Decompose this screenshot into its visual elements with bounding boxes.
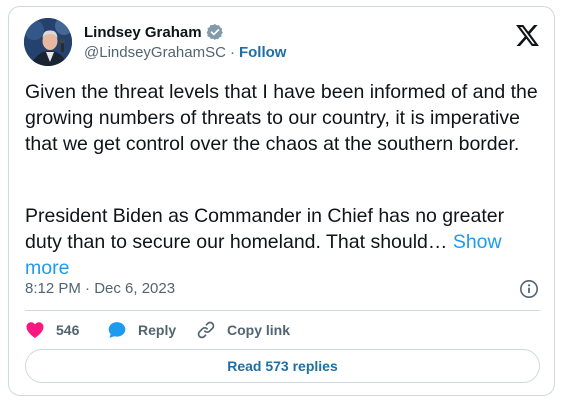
reply-label: Reply bbox=[138, 322, 177, 338]
author-handle-row: @LindseyGrahamSC · Follow bbox=[84, 44, 286, 61]
heart-icon bbox=[26, 322, 44, 338]
author-handle[interactable]: @LindseyGrahamSC bbox=[84, 44, 226, 61]
tweet-text-paragraph-2: President Biden as Commander in Chief ha… bbox=[25, 203, 545, 281]
info-icon[interactable] bbox=[519, 279, 539, 299]
link-icon bbox=[197, 321, 215, 339]
follow-button[interactable]: Follow bbox=[239, 44, 287, 61]
verified-badge-icon bbox=[206, 23, 224, 41]
tweet-text-paragraph-1: Given the threat levels that I have been… bbox=[25, 81, 538, 155]
speech-bubble-icon bbox=[108, 322, 126, 338]
x-logo-icon[interactable] bbox=[516, 25, 539, 46]
like-button[interactable]: 546 bbox=[25, 320, 107, 340]
copy-link-button[interactable]: Copy link bbox=[196, 320, 296, 340]
avatar[interactable] bbox=[24, 18, 72, 66]
read-replies-button[interactable]: Read 573 replies bbox=[25, 349, 540, 383]
tweet-text-paragraph-2-body: President Biden as Commander in Chief ha… bbox=[25, 205, 505, 253]
copy-link-label: Copy link bbox=[227, 322, 291, 338]
tweet-timestamp[interactable]: 8:12 PM · Dec 6, 2023 bbox=[25, 280, 175, 297]
tweet-actions: 546 Reply Copy link bbox=[25, 320, 296, 340]
author-name-row: Lindsey Graham bbox=[84, 21, 224, 43]
divider bbox=[25, 310, 540, 311]
read-replies-label: Read 573 replies bbox=[227, 358, 338, 374]
tweet-card[interactable]: Lindsey Graham @LindseyGrahamSC · Follow… bbox=[8, 6, 555, 396]
reply-button[interactable]: Reply bbox=[107, 320, 196, 340]
handle-separator: · bbox=[229, 44, 235, 61]
author-display-name[interactable]: Lindsey Graham bbox=[84, 24, 202, 41]
like-count: 546 bbox=[56, 322, 80, 338]
